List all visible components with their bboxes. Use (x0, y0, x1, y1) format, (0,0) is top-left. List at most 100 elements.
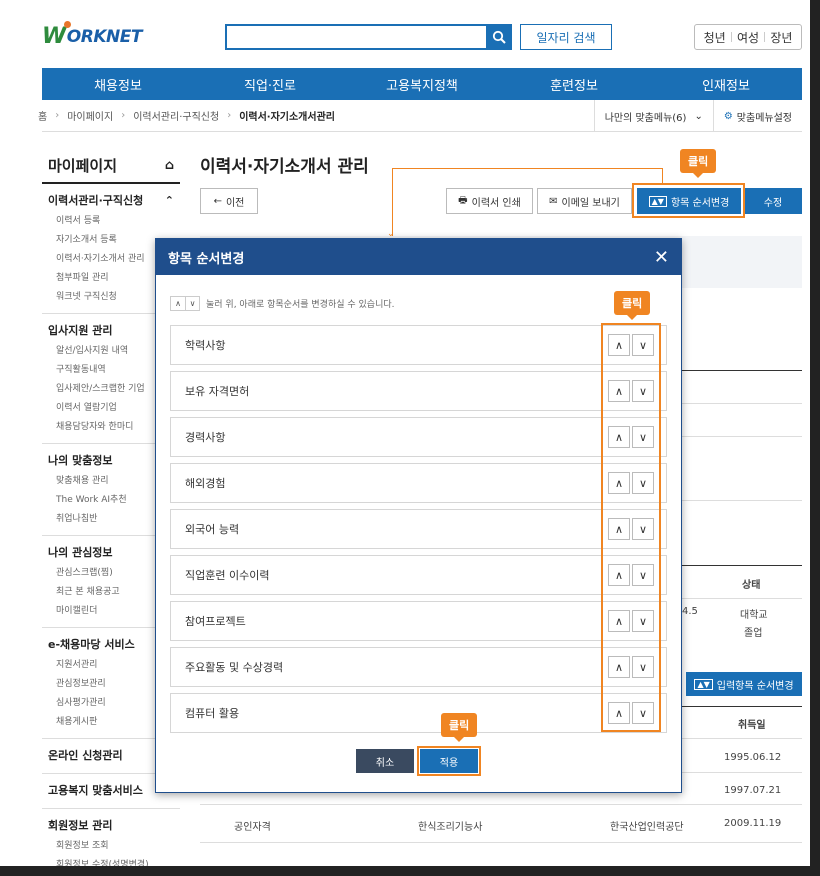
sidebar-title: 마이페이지 ⌂ (42, 148, 180, 184)
gnb-item-talent[interactable]: 인재정보 (650, 68, 802, 100)
search-input[interactable] (225, 24, 512, 50)
prev-button[interactable]: ← 이전 (200, 188, 258, 214)
print-label: 이력서 인쇄 (471, 197, 521, 209)
list-item: 학력사항 ∧ ∨ (170, 325, 667, 365)
partial-value: 4.5 (682, 606, 698, 617)
gear-icon: ⚙ (723, 110, 733, 122)
highlight-box (417, 746, 481, 776)
acquired-header: 취득일 (738, 720, 766, 731)
reorder-icon: ▲▼ (694, 678, 713, 690)
prev-label: 이전 (225, 197, 245, 209)
item-label: 해외경험 (185, 477, 226, 490)
page-title: 이력서·자기소개서 관리 (200, 157, 369, 177)
breadcrumb-home[interactable]: 홈 (38, 108, 47, 123)
list-item: 외국어 능력 ∧ ∨ (170, 509, 667, 549)
dialog-hint: ∧ ∨ 눌러 위, 아래로 항목순서를 변경하실 수 있습니다. (170, 296, 395, 311)
input-order-label: 입력항목 순서변경 (716, 680, 794, 692)
sidebar-title-text: 마이페이지 (48, 156, 118, 175)
mail-icon: ✉ (549, 195, 558, 207)
sidebar-item[interactable]: 이력서 등록 (48, 210, 174, 229)
email-label: 이메일 보내기 (561, 197, 620, 209)
divider (680, 436, 802, 437)
divider (764, 32, 766, 42)
table-cell-org: 한국산업인력공단 (610, 822, 684, 833)
global-nav: 채용정보 직업·진로 고용복지정책 훈련정보 인재정보 (42, 68, 802, 100)
sidebar-item[interactable]: 회원정보 조회 (48, 835, 174, 854)
divider (680, 738, 802, 739)
send-email-button[interactable]: ✉ 이메일 보내기 (537, 188, 632, 214)
sidebar-item[interactable]: 회원정보 수정(성명변경) (48, 854, 174, 866)
divider (680, 403, 802, 404)
table-cell-type: 공인자격 (234, 822, 271, 833)
breadcrumb-mypage[interactable]: 마이페이지 (67, 108, 113, 123)
breadcrumb-resume[interactable]: 이력서관리·구직신청 (133, 108, 219, 123)
logo-w: W (42, 24, 66, 49)
sidebar-group-header[interactable]: 회원정보 관리 (48, 815, 174, 835)
worknet-logo[interactable]: W ORKNET (42, 21, 143, 49)
gnb-item-training[interactable]: 훈련정보 (498, 68, 650, 100)
hint-text: 눌러 위, 아래로 항목순서를 변경하실 수 있습니다. (206, 300, 395, 310)
sidebar-group-header[interactable]: 이력서관리·구직신청 ⌃ (48, 190, 174, 210)
logo-text: ORKNET (66, 26, 143, 47)
status-value: 대학교 (740, 610, 768, 621)
item-label: 보유 자격면허 (185, 385, 250, 398)
page: W ORKNET 일자리 검색 청년 여성 장년 채용정보 직업·진로 고용복지정… (0, 0, 820, 876)
my-menu-label: 나만의 맞춤메뉴(6) (604, 112, 687, 124)
acquired-date: 1997.07.21 (724, 785, 782, 796)
breadcrumb-menu: 나만의 맞춤메뉴(6) ⌄ ⚙ 맞춤메뉴설정 (593, 100, 802, 132)
click-callout: 클릭 (680, 149, 717, 178)
connector-line (392, 168, 662, 169)
target-link-youth[interactable]: 청년 (704, 29, 726, 46)
target-link-women[interactable]: 여성 (737, 29, 759, 46)
item-label: 경력사항 (185, 431, 226, 444)
printer-icon: 🖶 (458, 194, 468, 206)
chevron-down-icon: ⌄ (694, 110, 703, 122)
menu-settings-button[interactable]: ⚙ 맞춤메뉴설정 (712, 100, 802, 132)
divider (680, 598, 802, 599)
list-item: 보유 자격면허 ∧ ∨ (170, 371, 667, 411)
breadcrumb-current: 이력서·자기소개서관리 (239, 112, 335, 123)
status-header: 상태 (742, 580, 761, 591)
chevron-right-icon: › (227, 110, 232, 121)
target-link-senior[interactable]: 장년 (770, 29, 792, 46)
list-item: 직업훈련 이수이력 ∧ ∨ (170, 555, 667, 595)
chevron-right-icon: › (55, 110, 60, 121)
print-resume-button[interactable]: 🖶 이력서 인쇄 (446, 188, 533, 214)
divider (680, 772, 802, 773)
highlight-box (632, 183, 745, 218)
divider (200, 842, 802, 843)
edit-button[interactable]: 수정 (744, 188, 802, 214)
divider (730, 32, 732, 42)
chevron-up-icon: ∧ (175, 299, 181, 308)
connector-line (392, 168, 393, 236)
arrow-left-icon: ← (213, 195, 222, 207)
table-cell-name: 한식조리기능사 (418, 822, 483, 833)
search-button[interactable] (486, 24, 512, 50)
menu-settings-label: 맞춤메뉴설정 (736, 112, 792, 124)
cancel-button[interactable]: 취소 (356, 749, 414, 773)
reorder-dialog: 항목 순서변경 ✕ ∧ ∨ 눌러 위, 아래로 항목순서를 변경하실 수 있습니다… (155, 238, 682, 793)
gnb-item-career[interactable]: 직업·진로 (194, 68, 346, 100)
gnb-item-jobs[interactable]: 채용정보 (42, 68, 194, 100)
item-label: 직업훈련 이수이력 (185, 569, 270, 582)
chevron-right-icon: › (121, 110, 126, 121)
list-item: 경력사항 ∧ ∨ (170, 417, 667, 457)
job-search-button[interactable]: 일자리 검색 (520, 24, 612, 50)
highlight-box (601, 323, 661, 732)
chevron-up-icon: ⌃ (164, 193, 174, 207)
gnb-item-welfare[interactable]: 고용복지정책 (346, 68, 498, 100)
list-item: 컴퓨터 활용 ∧ ∨ (170, 693, 667, 733)
close-icon[interactable]: ✕ (654, 247, 669, 268)
my-menu-dropdown[interactable]: 나만의 맞춤메뉴(6) ⌄ (593, 100, 713, 132)
list-item: 주요활동 및 수상경력 ∧ ∨ (170, 647, 667, 687)
acquired-date: 1995.06.12 (724, 752, 782, 763)
input-order-button[interactable]: ▲▼ 입력항목 순서변경 (686, 672, 802, 696)
item-label: 학력사항 (185, 339, 226, 352)
divider (680, 370, 802, 371)
sidebar-group-label: 이력서관리·구직신청 (48, 194, 144, 207)
home-icon[interactable]: ⌂ (165, 158, 174, 173)
item-label: 주요활동 및 수상경력 (185, 661, 284, 674)
search-icon (492, 30, 506, 44)
dialog-title: 항목 순서변경 (168, 251, 245, 267)
chevron-down-icon: ∨ (185, 297, 199, 310)
